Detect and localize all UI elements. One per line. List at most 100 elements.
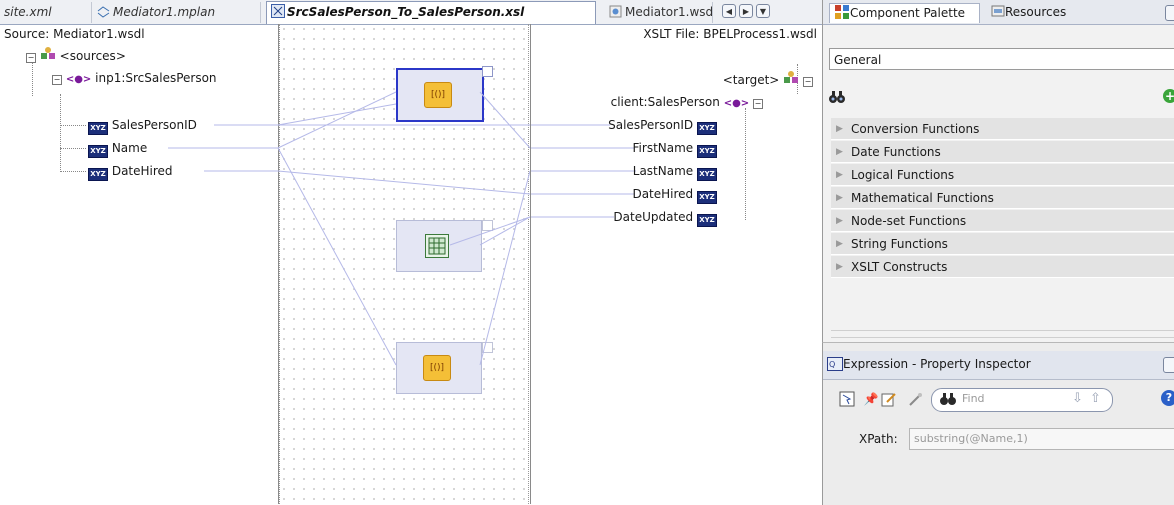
category-xslt-constructs[interactable]: ▶ XSLT Constructs (831, 256, 1174, 278)
function-expand-icon[interactable] (482, 66, 493, 77)
tab-xsl-map[interactable]: SrcSalesPerson_To_SalesPerson.xsl (266, 1, 596, 24)
canvas-border (279, 24, 281, 504)
field-label: SalesPersonID (608, 118, 694, 132)
palette-tab-bar: Component Palette Resources (823, 0, 1174, 25)
find-field[interactable]: Find ⇩ ⇧ (931, 388, 1113, 412)
field-label: Name (111, 141, 148, 155)
xpath-value: substring(@Name,1) (914, 432, 1028, 445)
field-label: FirstName (632, 141, 694, 155)
find-down-icon[interactable]: ⇩ (1072, 391, 1083, 406)
tab-list-dropdown-button[interactable]: ▼ (756, 4, 770, 18)
minimize-button[interactable] (1163, 357, 1174, 373)
string-type-icon: XYZ (697, 168, 717, 181)
string-type-icon: XYZ (88, 168, 108, 181)
expand-arrow-icon: ▶ (836, 193, 843, 203)
inspector-header: Q Expression - Property Inspector (823, 351, 1174, 380)
source-field-datehired[interactable]: XYZ DateHired (88, 162, 173, 181)
field-label: SalesPersonID (111, 118, 197, 132)
collapse-icon[interactable]: − (52, 75, 62, 85)
tab-label: SrcSalesPerson_To_SalesPerson.xsl (287, 5, 525, 19)
target-header: XSLT File: BPELProcess1.wsdl (643, 27, 817, 41)
string-type-icon: XYZ (697, 145, 717, 158)
tree-node-sources[interactable]: − <sources> (26, 46, 126, 64)
target-field-lastname[interactable]: LastName XYZ (632, 162, 717, 181)
mediator-icon (97, 4, 110, 18)
field-label: DateHired (632, 187, 694, 201)
tree-guide (60, 148, 86, 149)
category-label: String Functions (851, 237, 948, 251)
scroll-tabs-right-button[interactable]: ▶ (739, 4, 753, 18)
category-conversion-functions[interactable]: ▶ Conversion Functions (831, 118, 1174, 140)
search-binoculars-icon[interactable] (829, 90, 845, 107)
scroll-tabs-left-button[interactable]: ◀ (722, 4, 736, 18)
tree-guide (60, 171, 86, 172)
tree-guide (745, 108, 746, 220)
tab-label: Component Palette (850, 6, 966, 20)
xpath-label: XPath: (859, 432, 898, 446)
tree-label: <sources> (59, 49, 126, 63)
tab-mediator-wsdl[interactable]: Mediator1.wsdl (605, 2, 713, 23)
function-block-date[interactable] (396, 220, 482, 272)
expand-arrow-icon: ▶ (836, 216, 843, 226)
string-type-icon: XYZ (88, 122, 108, 135)
panel-splitter[interactable] (831, 330, 1174, 338)
function-expand-icon[interactable] (482, 220, 493, 231)
target-field-dateupdated[interactable]: DateUpdated XYZ (613, 208, 717, 227)
expand-arrow-icon: ▶ (836, 262, 843, 272)
collapse-icon[interactable]: − (26, 53, 36, 63)
category-date-functions[interactable]: ▶ Date Functions (831, 141, 1174, 163)
collapse-icon[interactable]: − (803, 77, 813, 87)
function-icon: [()] (424, 82, 452, 108)
add-icon[interactable]: + (1163, 89, 1174, 103)
tab-resources[interactable]: Resources (991, 3, 1066, 22)
find-placeholder: Find (962, 392, 985, 405)
expand-arrow-icon: ▶ (836, 147, 843, 157)
svg-text:Q: Q (829, 360, 835, 369)
tree-node-client-salesperson[interactable]: client:SalesPerson <●> − (611, 93, 763, 111)
target-tree-panel: XSLT File: BPELProcess1.wsdl <target> − … (530, 24, 823, 504)
string-type-icon: XYZ (697, 214, 717, 227)
tab-label: Mediator1.mplan (113, 5, 216, 19)
editor-tab-strip: site.xml Mediator1.mplan SrcSalesPerson_… (0, 0, 822, 25)
edit-icon[interactable] (881, 391, 897, 407)
function-block-substring-2[interactable]: [()] (396, 342, 482, 394)
xpath-field[interactable]: substring(@Name,1) (909, 428, 1174, 450)
component-palette-panel: Component Palette Resources General + ▶ C… (822, 0, 1174, 342)
source-field-name[interactable]: XYZ Name (88, 139, 148, 158)
target-field-firstname[interactable]: FirstName XYZ (632, 139, 717, 158)
tab-component-palette[interactable]: Component Palette (829, 3, 981, 26)
palette-category-dropdown[interactable]: General (829, 48, 1174, 70)
category-string-functions[interactable]: ▶ String Functions (831, 233, 1174, 255)
tab-site-xml[interactable]: site.xml (0, 2, 92, 23)
minimize-button[interactable] (1165, 5, 1174, 21)
find-up-icon[interactable]: ⇧ (1090, 391, 1101, 406)
select-icon[interactable] (839, 391, 855, 407)
tree-node-inp1[interactable]: − <●> inp1:SrcSalesPerson (52, 69, 217, 87)
source-field-salespersonid[interactable]: XYZ SalesPersonID (88, 116, 197, 135)
function-block-substring-1[interactable]: [()] (396, 68, 484, 122)
target-field-datehired[interactable]: DateHired XYZ (632, 185, 717, 204)
element-icon: <●> (65, 74, 92, 85)
palette-icon (834, 4, 850, 26)
dropdown-value: General (834, 53, 882, 67)
property-inspector-panel: Q Expression - Property Inspector 📌 Find… (822, 342, 1174, 505)
collapse-icon[interactable]: − (753, 99, 763, 109)
pin-icon[interactable]: 📌 (863, 391, 879, 407)
category-logical-functions[interactable]: ▶ Logical Functions (831, 164, 1174, 186)
date-function-icon (425, 234, 449, 258)
field-label: LastName (632, 164, 694, 178)
field-label: DateHired (111, 164, 173, 178)
category-mathematical-functions[interactable]: ▶ Mathematical Functions (831, 187, 1174, 209)
tree-label: <target> (722, 73, 780, 87)
category-node-set-functions[interactable]: ▶ Node-set Functions (831, 210, 1174, 232)
tree-node-target[interactable]: <target> − (723, 70, 813, 88)
function-icon: [()] (423, 355, 451, 381)
target-field-salespersonid[interactable]: SalesPersonID XYZ (608, 116, 717, 135)
tab-label: site.xml (4, 5, 52, 19)
field-label: DateUpdated (613, 210, 694, 224)
resources-icon (991, 4, 1005, 24)
function-expand-icon[interactable] (482, 342, 493, 353)
wand-icon[interactable] (907, 391, 923, 407)
tab-mediator-mplan[interactable]: Mediator1.mplan (93, 2, 261, 23)
help-icon[interactable]: ? (1161, 390, 1174, 406)
